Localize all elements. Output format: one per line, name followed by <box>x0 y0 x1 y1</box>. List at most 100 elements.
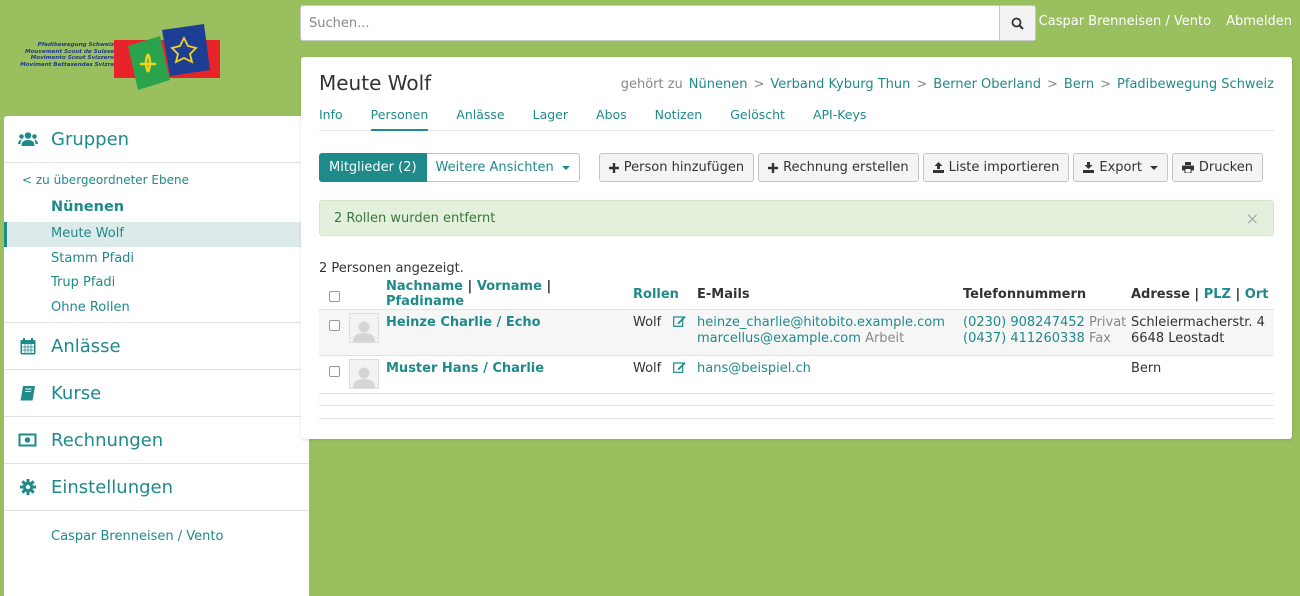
breadcrumb-item[interactable]: Nünenen <box>689 77 748 92</box>
result-count: 2 Personen angezeigt. <box>319 261 464 276</box>
table-footer <box>319 405 1274 419</box>
avatar[interactable] <box>349 313 379 343</box>
logout-link[interactable]: Abmelden <box>1226 14 1292 29</box>
create-invoice-button[interactable]: Rechnung erstellen <box>758 153 919 182</box>
phone-link[interactable]: (0437) 411260338 <box>963 331 1085 346</box>
sort-nickname-link[interactable]: Pfadiname <box>386 294 464 309</box>
export-dropdown[interactable]: Export <box>1073 153 1168 182</box>
sidebar-item-ohne-rollen[interactable]: Ohne Rollen <box>4 296 309 321</box>
search-button[interactable] <box>999 6 1035 40</box>
tab-geloescht[interactable]: Gelöscht <box>730 107 785 131</box>
sort-city-link[interactable]: Ort <box>1245 287 1269 302</box>
sidebar-section-einstellungen[interactable]: Einstellungen <box>4 464 309 512</box>
sidebar-subnav: < zu übergeordneter Ebene Nünenen Meute … <box>4 163 309 324</box>
more-views-dropdown[interactable]: Weitere Ansichten <box>426 153 580 182</box>
breadcrumb-item[interactable]: Pfadibewegung Schweiz <box>1117 77 1274 92</box>
sidebar-section-label: Rechnungen <box>51 429 164 451</box>
tab-abos[interactable]: Abos <box>596 107 627 131</box>
role-label: Wolf <box>633 361 662 376</box>
calendar-icon <box>4 337 51 355</box>
tab-bar: Info Personen Anlässe Lager Abos Notizen… <box>319 107 1274 131</box>
person-name-link[interactable]: Heinze Charlie / Echo <box>386 315 541 330</box>
breadcrumb-separator: > <box>1046 77 1058 92</box>
print-icon <box>1181 162 1194 173</box>
caret-down-icon <box>1149 165 1158 170</box>
person-name-link[interactable]: Muster Hans / Charlie <box>386 361 544 376</box>
search-icon <box>1011 17 1024 30</box>
tab-api-keys[interactable]: API-Keys <box>813 107 866 131</box>
column-name: Nachname | Vorname | Pfadiname <box>386 279 633 310</box>
sort-firstname-link[interactable]: Vorname <box>477 279 542 294</box>
row-checkbox[interactable] <box>329 366 340 377</box>
breadcrumb-separator: > <box>753 77 765 92</box>
column-phones: Telefonnummern <box>963 279 1131 310</box>
breadcrumb-item[interactable]: Bern <box>1064 77 1094 92</box>
breadcrumb: gehört zu Nünenen > Verband Kyburg Thun … <box>621 77 1274 92</box>
button-label: Liste importieren <box>948 160 1060 175</box>
email-label: Arbeit <box>865 331 905 346</box>
logo-line: Movimento Scout Svizzero <box>30 55 114 62</box>
table-row: Heinze Charlie / Echo Wolf heinze_charli… <box>319 309 1274 356</box>
page-title: Meute Wolf <box>319 71 432 95</box>
sidebar-section-label: Gruppen <box>51 128 130 150</box>
address-line: Schleiermacherstr. 4 <box>1131 315 1265 330</box>
sidebar-section-label: Kurse <box>51 382 102 404</box>
tab-lager[interactable]: Lager <box>533 107 568 131</box>
sidebar-section-gruppen[interactable]: Gruppen <box>4 116 309 163</box>
download-icon <box>1083 162 1095 173</box>
table-header-row: Nachname | Vorname | Pfadiname Rollen E-… <box>319 279 1274 310</box>
search-input[interactable] <box>301 6 999 40</box>
avatar[interactable] <box>349 359 379 389</box>
select-all-checkbox[interactable] <box>329 291 340 302</box>
tab-personen[interactable]: Personen <box>370 107 429 131</box>
logo-line: Mouvement Scout de Suisse <box>25 48 114 55</box>
close-icon[interactable]: × <box>1246 209 1259 228</box>
book-icon <box>4 385 51 401</box>
sort-roles-link[interactable]: Rollen <box>633 287 679 302</box>
toolbar: Mitglieder (2) Weitere Ansichten Person … <box>319 153 1263 182</box>
success-alert: 2 Rollen wurden entfernt × <box>319 200 1274 236</box>
tab-info[interactable]: Info <box>319 107 343 131</box>
row-checkbox[interactable] <box>329 320 340 331</box>
edit-icon[interactable] <box>673 361 686 373</box>
email-link[interactable]: marcellus@example.com <box>697 331 861 346</box>
money-icon <box>4 433 51 447</box>
sidebar-user-link[interactable]: Caspar Brenneisen / Vento <box>4 511 309 544</box>
members-filter-button[interactable]: Mitglieder (2) <box>319 153 427 182</box>
breadcrumb-item[interactable]: Berner Oberland <box>933 77 1041 92</box>
logo-line: Moviment Battasendas Svizra <box>20 61 114 68</box>
current-user-link[interactable]: Caspar Brenneisen / Vento <box>1039 14 1211 29</box>
button-label: Mitglieder (2) <box>329 160 417 175</box>
breadcrumb-item[interactable]: Verband Kyburg Thun <box>770 77 910 92</box>
user-placeholder-icon <box>353 321 375 342</box>
sidebar: Gruppen < zu übergeordneter Ebene Nünene… <box>4 116 309 596</box>
sidebar-item-trup-pfadi[interactable]: Trup Pfadi <box>4 271 309 296</box>
phone-label: Privat <box>1088 315 1127 330</box>
phone-label: Fax <box>1088 331 1111 346</box>
email-link[interactable]: hans@beispiel.ch <box>697 361 811 376</box>
sort-lastname-link[interactable]: Nachname <box>386 279 463 294</box>
logo[interactable]: Pfadibewegung Schweiz Mouvement Scout de… <box>14 24 224 96</box>
sidebar-section-label: Einstellungen <box>51 476 174 498</box>
table-row: Muster Hans / Charlie Wolf hans@beispiel… <box>319 355 1274 394</box>
sidebar-item-stamm-pfadi[interactable]: Stamm Pfadi <box>4 247 309 272</box>
parent-level-link[interactable]: < zu übergeordneter Ebene <box>4 163 309 195</box>
sidebar-section-kurse[interactable]: Kurse <box>4 370 309 418</box>
edit-icon[interactable] <box>673 315 686 327</box>
sidebar-group-nuenenen[interactable]: Nünenen <box>4 195 309 222</box>
button-label: Weitere Ansichten <box>435 160 554 175</box>
sidebar-item-meute-wolf[interactable]: Meute Wolf <box>4 222 309 247</box>
email-link[interactable]: heinze_charlie@hitobito.example.com <box>697 315 945 330</box>
print-button[interactable]: Drucken <box>1171 153 1263 182</box>
tab-notizen[interactable]: Notizen <box>655 107 703 131</box>
address-line: Bern <box>1131 361 1162 376</box>
sort-zip-link[interactable]: PLZ <box>1204 287 1231 302</box>
logo-line: Pfadibewegung Schweiz <box>37 42 114 48</box>
sidebar-section-rechnungen[interactable]: Rechnungen <box>4 417 309 465</box>
add-person-button[interactable]: Person hinzufügen <box>598 153 755 182</box>
sidebar-section-anlaesse[interactable]: Anlässe <box>4 323 309 371</box>
alert-message: 2 Rollen wurden entfernt <box>334 210 496 226</box>
import-list-button[interactable]: Liste importieren <box>922 153 1070 182</box>
tab-anlaesse[interactable]: Anlässe <box>456 107 504 131</box>
phone-link[interactable]: (0230) 908247452 <box>963 315 1085 330</box>
